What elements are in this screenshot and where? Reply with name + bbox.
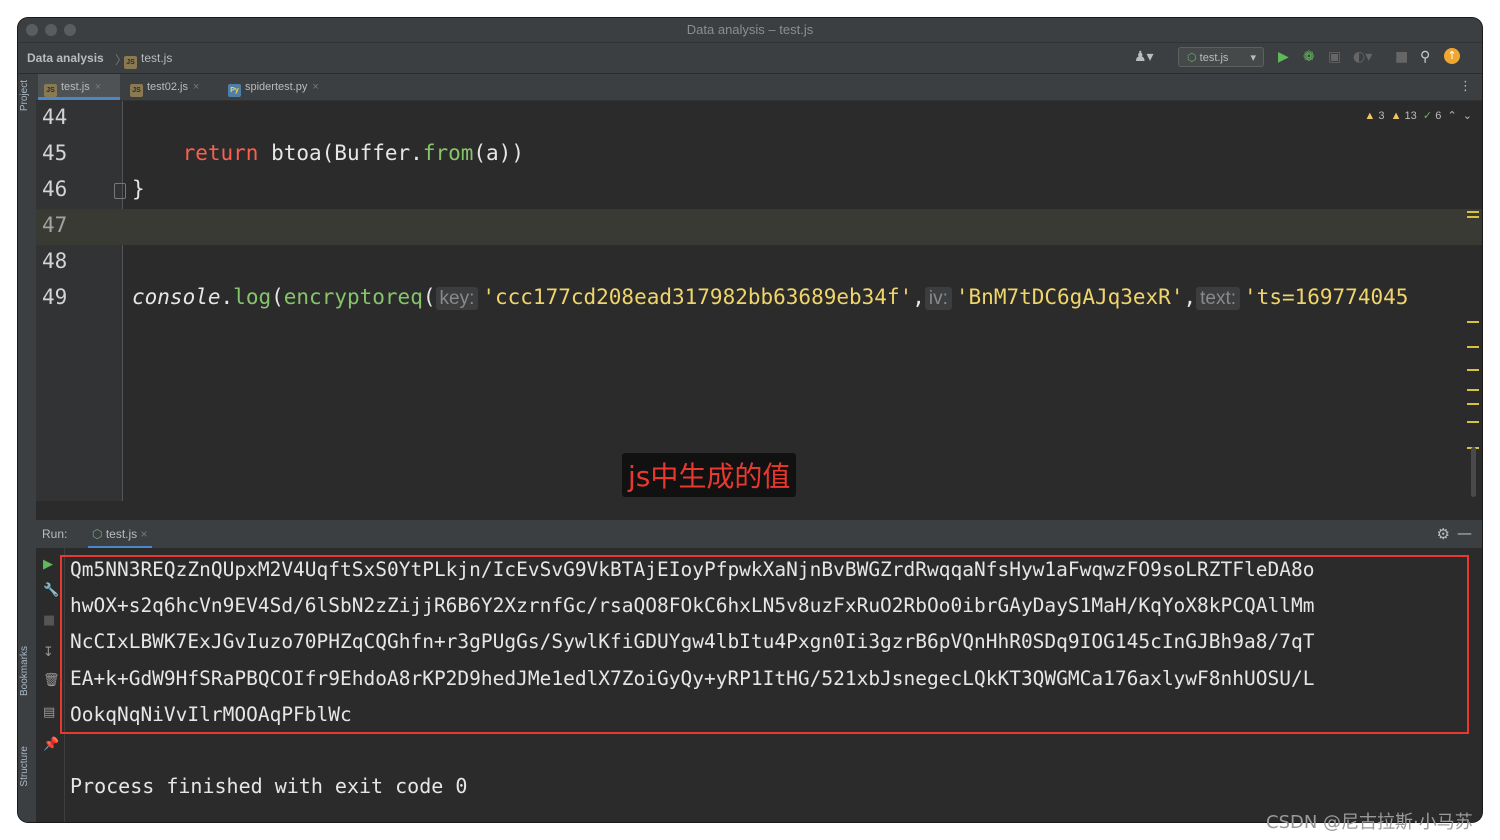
run-tool-window-header: Run: ⬡ test.js × ⚙ — (36, 519, 1482, 549)
wrench-icon[interactable]: 🔧 (43, 584, 59, 598)
window-title: Data analysis – test.js (686, 22, 814, 37)
code-line: 44 (36, 101, 1482, 137)
js-file-icon: JS (130, 84, 143, 97)
close-tab-icon[interactable]: × (312, 81, 318, 93)
stop-icon[interactable]: ■ (43, 614, 55, 628)
soft-wrap-icon[interactable]: ↧ (43, 646, 54, 660)
tab-test02-js[interactable]: JS test02.js × (124, 74, 220, 100)
nodejs-icon: ⬡ (1187, 52, 1197, 64)
process-exit-message: Process finished with exit code 0 (70, 774, 468, 798)
parameter-hint-text: text: (1196, 287, 1241, 310)
fold-icon[interactable] (114, 183, 126, 199)
inspection-widget[interactable]: ▲ 3 ▲ 13 ✓ 6 ⌃ ⌄ (1364, 109, 1472, 122)
error-stripe-mark[interactable] (1467, 346, 1479, 348)
code-line: 45 return btoa(Buffer.from(a)) (36, 137, 1482, 173)
run-label: Run: (42, 527, 68, 541)
error-stripe-mark[interactable] (1467, 216, 1479, 218)
line-number: 45 (42, 141, 68, 165)
run-configuration-label: test.js (1199, 52, 1229, 64)
console-output-line: NcCIxLBWK7ExJGvIuzo70PHZqCQGhfn+r3gPUgGs… (70, 630, 1315, 653)
profile-icon[interactable]: ◐▾ (1353, 50, 1372, 64)
console-output-line: Qm5NN3REQzZnQUpxM2V4UqftSxS0YtPLkjn/IcEv… (70, 558, 1315, 581)
tab-label: spidertest.py (245, 81, 308, 93)
run-icon[interactable]: ▶ (1278, 50, 1289, 64)
editor-tab-bar: JS test.js × JS test02.js × Py spidertest.py ×… (36, 74, 1482, 101)
typo-check-icon: ✓ (1422, 110, 1433, 122)
structure-tool-tab[interactable]: Structure (19, 746, 30, 787)
project-tool-tab[interactable]: Project (19, 80, 30, 111)
code-editor[interactable]: 44 45 return btoa(Buffer.from(a)) 46 } 4… (36, 101, 1482, 501)
close-tab-icon[interactable]: × (193, 81, 199, 93)
tab-spidertest-py[interactable]: Py spidertest.py × (222, 74, 352, 100)
annotation-label: js中生成的值 (622, 453, 797, 497)
previous-highlight-icon[interactable]: ⌃ (1447, 110, 1456, 122)
warning-icon: ▲ (1364, 110, 1376, 122)
code-line: 46 } (36, 173, 1482, 209)
ide-window: Data analysis – test.js Data analysis 〉 … (18, 18, 1482, 822)
vcs-user-icon[interactable]: ♟▾ (1134, 50, 1154, 64)
breadcrumb-file-label: test.js (141, 51, 173, 65)
coverage-icon[interactable]: ▣ (1328, 50, 1341, 64)
keyword-token: return (182, 141, 259, 165)
more-tabs-icon[interactable]: ⋮ (1459, 79, 1472, 94)
parameter-hint-iv: iv: (924, 287, 952, 310)
run-tab-test-js[interactable]: ⬡ test.js × (88, 520, 152, 549)
tab-test-js[interactable]: JS test.js × (38, 74, 120, 100)
stop-icon[interactable]: ■ (1395, 50, 1408, 64)
code-line: 48 (36, 245, 1482, 281)
console-output-line: hwOX+s2q6hcVn9EV4Sd/6lSbN2zZijjR6B6Y2Xzr… (70, 594, 1315, 617)
code-line-current: 47 (36, 209, 1482, 245)
parameter-hint-key: key: (435, 287, 479, 310)
debug-icon[interactable]: ❁ (1303, 50, 1315, 64)
python-file-icon: Py (228, 84, 241, 97)
run-tab-label: test.js (105, 527, 138, 541)
js-file-icon: JS (44, 84, 57, 97)
line-number: 47 (42, 213, 68, 237)
tab-label: test02.js (147, 81, 188, 93)
pin-icon[interactable]: 📌 (43, 738, 59, 752)
chevron-down-icon: ▾ (1250, 52, 1256, 64)
code-text: return btoa(Buffer.from(a)) (182, 141, 524, 165)
tab-label: test.js (61, 81, 90, 93)
code-line: 49 console.log(encryptoreq(key:'ccc177cd… (36, 281, 1482, 317)
error-stripe-mark[interactable] (1467, 321, 1479, 323)
nodejs-icon: ⬡ (92, 527, 103, 541)
close-tab-icon[interactable]: × (141, 527, 148, 541)
close-tab-icon[interactable]: × (95, 81, 101, 93)
console-output-line: OokqNqNiVvIlrMOOAqPFblWc (70, 703, 352, 726)
method-token: from (422, 141, 474, 165)
weak-warning-icon: ▲ (1390, 110, 1402, 122)
next-highlight-icon[interactable]: ⌄ (1463, 110, 1472, 122)
layout-icon[interactable]: ▤ (43, 706, 55, 720)
hide-panel-icon[interactable]: — (1457, 524, 1472, 542)
code-text: } (132, 177, 145, 201)
bookmarks-tool-tab[interactable]: Bookmarks (19, 646, 30, 696)
breadcrumb-project[interactable]: Data analysis (27, 51, 104, 65)
search-icon[interactable]: ⚲ (1420, 50, 1430, 64)
line-number: 49 (42, 285, 68, 309)
trash-icon[interactable]: 🗑 (43, 674, 60, 688)
line-number: 48 (42, 249, 68, 273)
breadcrumb-file[interactable]: JS test.js (124, 51, 172, 69)
title-bar: Data analysis – test.js (18, 18, 1482, 43)
code-text: console.log(encryptoreq(key:'ccc177cd208… (132, 285, 1409, 310)
editor-scrollbar[interactable] (1471, 447, 1476, 497)
gear-icon[interactable]: ⚙ (1437, 525, 1450, 543)
js-file-icon: JS (124, 56, 137, 69)
run-configuration-select[interactable]: ⬡ test.js ▾ (1178, 47, 1264, 67)
run-console[interactable]: Qm5NN3REQzZnQUpxM2V4UqftSxS0YtPLkjn/IcEv… (60, 548, 1482, 822)
line-number: 44 (42, 105, 68, 129)
error-stripe-mark[interactable] (1467, 421, 1479, 423)
error-stripe-mark[interactable] (1467, 211, 1479, 213)
left-tool-sidebar: Project Bookmarks Structure (18, 74, 37, 822)
rerun-icon[interactable]: ▶ (43, 558, 53, 572)
error-stripe-mark[interactable] (1467, 403, 1479, 405)
update-icon[interactable]: ↑ (1444, 48, 1460, 64)
navigation-bar: Data analysis 〉 JS test.js ♟▾ ⬡ test.js ▾… (18, 43, 1482, 74)
watermark: CSDN @尼古拉斯·小马苏 (1266, 812, 1473, 833)
line-number: 46 (42, 177, 68, 201)
error-stripe-mark[interactable] (1467, 389, 1479, 391)
console-output-line: EA+k+GdW9HfSRaPBQCOIfr9EhdoA8rKP2D9hedJM… (70, 667, 1315, 690)
error-stripe-mark[interactable] (1467, 369, 1479, 371)
